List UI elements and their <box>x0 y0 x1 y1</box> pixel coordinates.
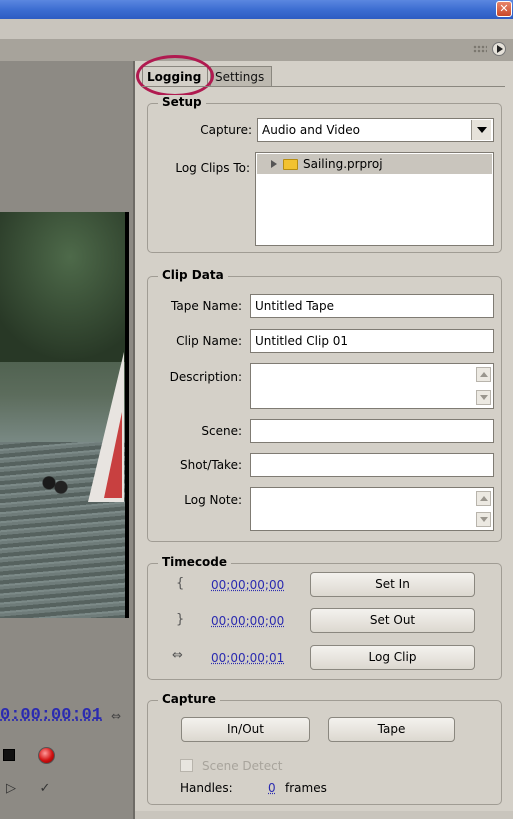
panel-header <box>0 19 513 61</box>
log-clips-to-label: Log Clips To: <box>175 161 250 175</box>
play-icon[interactable]: ▷ <box>2 780 20 798</box>
grip-icon <box>473 45 487 53</box>
video-riders <box>40 474 70 496</box>
tree-item-project[interactable]: Sailing.prproj <box>257 154 492 174</box>
clip-name-field[interactable]: Untitled Clip 01 <box>250 329 494 353</box>
out-timecode[interactable]: 00;00;00;00 <box>211 614 284 628</box>
tape-name-label: Tape Name: <box>171 299 242 313</box>
timecode-title: Timecode <box>158 555 232 569</box>
current-timecode[interactable]: 0:00:00:01 <box>0 706 110 726</box>
project-tree[interactable]: Sailing.prproj <box>255 152 494 246</box>
in-out-button[interactable]: In/Out <box>181 717 310 742</box>
scroll-up-icon[interactable] <box>476 367 491 382</box>
log-note-field[interactable] <box>250 487 494 531</box>
record-icon[interactable] <box>38 747 55 764</box>
highlight-circle <box>136 55 214 97</box>
video-hill <box>0 212 125 362</box>
handles-label: Handles: <box>180 781 233 795</box>
handles-value[interactable]: 0 <box>268 781 276 795</box>
video-edge <box>125 212 129 618</box>
in-point-icon: { <box>176 576 185 591</box>
folder-icon <box>283 159 298 170</box>
scroll-down-icon[interactable] <box>476 390 491 405</box>
capture-select-value: Audio and Video <box>262 123 360 137</box>
duration-icon: ⇔ <box>172 648 183 663</box>
stop-icon[interactable] <box>3 749 15 761</box>
tab-settings[interactable]: Settings <box>210 66 272 87</box>
close-icon[interactable]: ✕ <box>496 1 512 17</box>
scene-detect-label: Scene Detect <box>202 759 283 773</box>
scene-label: Scene: <box>201 424 242 438</box>
capture-select[interactable]: Audio and Video <box>257 118 494 142</box>
capture-label: Capture: <box>200 123 252 137</box>
tab-divider <box>142 86 505 87</box>
expand-triangle-icon[interactable] <box>271 160 277 168</box>
clip-name-label: Clip Name: <box>176 334 242 348</box>
tape-button[interactable]: Tape <box>328 717 455 742</box>
scroll-down-icon[interactable] <box>476 512 491 527</box>
shot-take-label: Shot/Take: <box>180 458 242 472</box>
panel-footer <box>135 811 513 819</box>
capture-title: Capture <box>158 692 220 706</box>
scene-detect-checkbox[interactable] <box>180 759 193 772</box>
chevron-down-icon[interactable] <box>471 120 491 140</box>
video-preview <box>0 212 125 618</box>
out-point-icon: } <box>176 612 185 627</box>
shot-take-field[interactable] <box>250 453 494 477</box>
set-in-button[interactable]: Set In <box>310 572 475 597</box>
scroll-up-icon[interactable] <box>476 491 491 506</box>
scene-detect-icon[interactable]: ✓ <box>36 780 54 798</box>
duration-timecode[interactable]: 00;00;00;01 <box>211 651 284 665</box>
tape-name-field[interactable]: Untitled Tape <box>250 294 494 318</box>
description-field[interactable] <box>250 363 494 409</box>
log-note-label: Log Note: <box>184 493 242 507</box>
description-label: Description: <box>169 370 242 384</box>
frames-label: frames <box>285 781 327 795</box>
log-clip-button[interactable]: Log Clip <box>310 645 475 670</box>
tree-item-label: Sailing.prproj <box>303 157 383 171</box>
duration-icon: ⇔ <box>111 709 122 723</box>
video-sail-stripe <box>104 412 122 498</box>
panel-menu-icon[interactable] <box>492 42 506 56</box>
title-bar: ✕ <box>0 0 513 19</box>
scene-field[interactable] <box>250 419 494 443</box>
clip-data-title: Clip Data <box>158 268 228 282</box>
setup-title: Setup <box>158 95 206 109</box>
set-out-button[interactable]: Set Out <box>310 608 475 633</box>
in-timecode[interactable]: 00;00;00;00 <box>211 578 284 592</box>
